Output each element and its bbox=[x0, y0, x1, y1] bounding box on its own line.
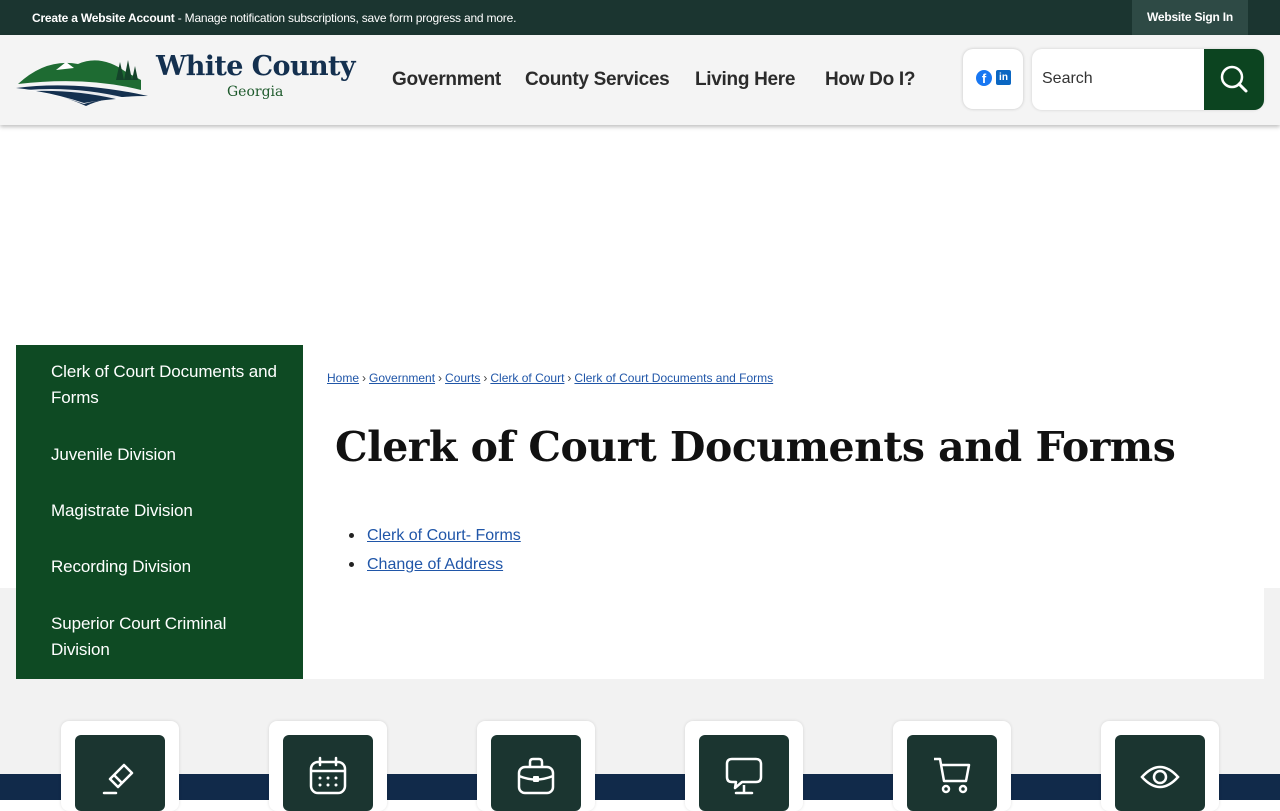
change-of-address-link[interactable]: Change of Address bbox=[367, 556, 503, 573]
nav-living-here[interactable]: Living Here bbox=[695, 69, 795, 91]
cart-icon bbox=[934, 757, 971, 794]
quick-link-cart[interactable] bbox=[893, 721, 1011, 811]
county-logo[interactable]: White County Georgia bbox=[16, 50, 361, 110]
sidebar-item-superior-court[interactable]: Superior Court Criminal Division bbox=[51, 611, 281, 663]
list-item: Clerk of Court- Forms bbox=[349, 521, 521, 550]
calendar-icon bbox=[309, 756, 347, 795]
search-icon bbox=[1220, 65, 1248, 93]
quick-link-briefcase[interactable] bbox=[477, 721, 595, 811]
section-sidebar: Clerk of Court Documents and Forms Juven… bbox=[16, 345, 303, 679]
search-box bbox=[1032, 49, 1264, 110]
briefcase-icon bbox=[517, 757, 555, 795]
footer-strip bbox=[0, 774, 1280, 800]
logo-state: Georgia bbox=[227, 84, 284, 100]
sign-in-button[interactable]: Website Sign In bbox=[1132, 0, 1248, 35]
breadcrumb-government[interactable]: Government bbox=[369, 371, 435, 385]
breadcrumb-clerk-of-court[interactable]: Clerk of Court bbox=[490, 371, 564, 385]
quick-link-calendar[interactable] bbox=[269, 721, 387, 811]
breadcrumb-separator: › bbox=[567, 371, 572, 385]
breadcrumb-separator: › bbox=[438, 371, 443, 385]
breadcrumb-separator: › bbox=[362, 371, 367, 385]
nav-government[interactable]: Government bbox=[392, 69, 501, 91]
social-links: f in bbox=[963, 49, 1023, 109]
eraser-icon bbox=[102, 763, 134, 795]
breadcrumb-current[interactable]: Clerk of Court Documents and Forms bbox=[574, 371, 773, 385]
utility-bar: Create a Website Account - Manage notifi… bbox=[0, 0, 1280, 35]
quick-link-eye[interactable] bbox=[1101, 721, 1219, 811]
breadcrumb-separator: › bbox=[483, 371, 488, 385]
page-title: Clerk of Court Documents and Forms bbox=[335, 423, 1176, 471]
breadcrumb-home[interactable]: Home bbox=[327, 371, 359, 385]
account-message-text: - Manage notification subscriptions, sav… bbox=[174, 11, 517, 25]
mountain-river-logo-icon bbox=[16, 60, 148, 106]
linkedin-icon[interactable]: in bbox=[996, 70, 1011, 85]
clerk-forms-link[interactable]: Clerk of Court- Forms bbox=[367, 527, 521, 544]
quick-link-chat[interactable] bbox=[685, 721, 803, 811]
breadcrumb-courts[interactable]: Courts bbox=[445, 371, 480, 385]
main-content: Home › Government › Courts › Clerk of Court › Cl… bbox=[303, 345, 1264, 679]
create-account-link[interactable]: Create a Website Account bbox=[32, 11, 175, 25]
search-input[interactable] bbox=[1042, 65, 1202, 93]
list-item: Change of Address bbox=[349, 550, 521, 579]
nav-county-services[interactable]: County Services bbox=[525, 69, 670, 91]
sidebar-item-magistrate[interactable]: Magistrate Division bbox=[51, 498, 281, 524]
search-button[interactable] bbox=[1204, 49, 1264, 110]
sidebar-item-recording[interactable]: Recording Division bbox=[51, 554, 281, 580]
chat-monitor-icon bbox=[725, 757, 763, 795]
document-links: Clerk of Court- Forms Change of Address bbox=[349, 521, 521, 579]
site-header: White County Georgia Government County S… bbox=[0, 35, 1280, 125]
eye-icon bbox=[1140, 765, 1180, 789]
sidebar-item-clerk-documents[interactable]: Clerk of Court Documents and Forms bbox=[51, 359, 281, 411]
facebook-icon[interactable]: f bbox=[976, 70, 992, 86]
account-message: Create a Website Account - Manage notifi… bbox=[32, 11, 516, 25]
breadcrumb: Home › Government › Courts › Clerk of Court › Cl… bbox=[327, 371, 773, 385]
quick-link-eraser[interactable] bbox=[61, 721, 179, 811]
sidebar-item-juvenile[interactable]: Juvenile Division bbox=[51, 442, 281, 468]
nav-how-do-i[interactable]: How Do I? bbox=[825, 69, 915, 91]
logo-name: White County bbox=[156, 51, 356, 82]
